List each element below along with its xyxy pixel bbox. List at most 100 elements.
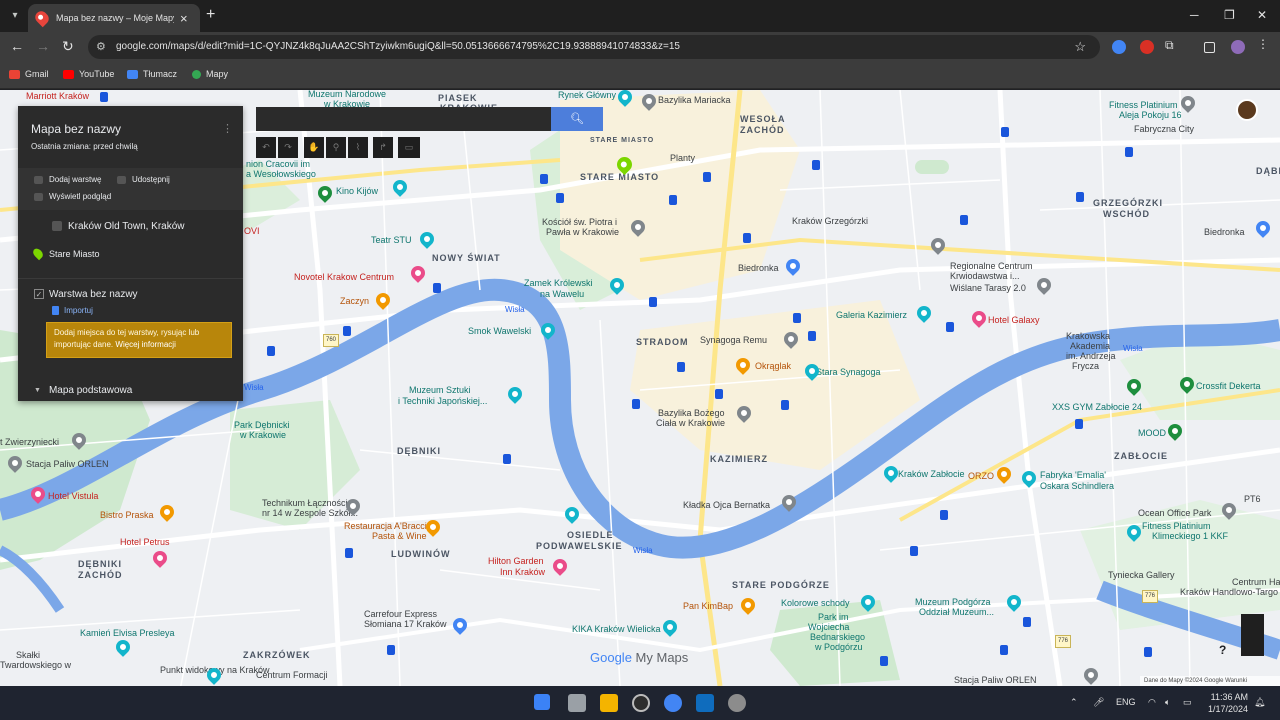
obs-icon[interactable] [632, 694, 650, 712]
redo-icon[interactable]: ↷ [278, 137, 298, 158]
battery-icon[interactable]: ▭ [1183, 697, 1192, 708]
bus-stop-icon[interactable] [808, 331, 816, 341]
address-bar[interactable]: ⚙ google.com/maps/d/edit?mid=1C-QYJNZ4k8… [88, 35, 1100, 59]
outlook-icon[interactable] [696, 694, 714, 712]
map-label: nr 14 w Zespole Szkół... [262, 508, 359, 518]
browser-tab[interactable]: Mapa bez nazwy – Moje Mapy × [28, 4, 200, 32]
reload-icon[interactable]: ↻ [62, 38, 74, 55]
bus-stop-icon[interactable] [715, 389, 723, 399]
bus-stop-icon[interactable] [556, 193, 564, 203]
bus-stop-icon[interactable] [1000, 645, 1008, 655]
base-map-toggle[interactable]: ▼ Mapa podstawowa [34, 385, 132, 396]
bus-stop-icon[interactable] [267, 346, 275, 356]
learn-more-link[interactable]: Więcej informacji [115, 340, 175, 349]
bus-stop-icon[interactable] [1076, 192, 1084, 202]
map-label: Kraków Grzegórzki [792, 216, 869, 226]
map-label: Ocean Office Park [1138, 508, 1212, 518]
notification-bell-icon[interactable]: 🔔︎ [1254, 697, 1265, 708]
start-icon[interactable] [534, 694, 550, 710]
bus-stop-icon[interactable] [100, 92, 108, 102]
bus-stop-icon[interactable] [343, 326, 351, 336]
bus-stop-icon[interactable] [703, 172, 711, 182]
extension-icon[interactable] [1112, 40, 1126, 54]
bus-stop-icon[interactable] [677, 362, 685, 372]
bus-stop-icon[interactable] [345, 548, 353, 558]
settings-icon[interactable] [728, 694, 746, 712]
map-search-input[interactable] [256, 107, 551, 131]
profile-avatar-icon[interactable] [1231, 40, 1245, 54]
close-window-icon[interactable]: ✕ [1257, 8, 1267, 22]
back-icon[interactable]: ← [10, 38, 24, 54]
select-hand-icon[interactable]: ✋ [304, 137, 324, 158]
minimize-icon[interactable]: ─ [1190, 8, 1199, 22]
bus-stop-icon[interactable] [1144, 647, 1152, 657]
measure-icon[interactable]: ▭ [398, 137, 420, 158]
layer-visibility-checkbox[interactable] [52, 221, 62, 231]
close-tab-icon[interactable]: × [180, 11, 188, 26]
add-layer-button[interactable]: Dodaj warstwę [34, 175, 101, 184]
import-link[interactable]: Importuj [52, 306, 93, 315]
bus-stop-icon[interactable] [540, 174, 548, 184]
panel-menu-icon[interactable]: ⋮ [222, 122, 233, 135]
bus-stop-icon[interactable] [880, 656, 888, 666]
language-indicator[interactable]: ENG [1116, 697, 1136, 707]
layer-checkbox[interactable]: ✓ [34, 289, 44, 299]
draw-line-icon[interactable]: ⌇ [348, 137, 368, 158]
bus-stop-icon[interactable] [503, 454, 511, 464]
side-panel-icon[interactable] [1204, 42, 1215, 53]
system-clock[interactable]: 11:36 AM 1/17/2024 [1208, 691, 1248, 715]
tab-search-icon[interactable]: ▾ [5, 6, 25, 26]
microphone-icon[interactable]: 🎤︎ [1093, 697, 1104, 708]
wifi-icon[interactable]: ◠ [1148, 697, 1156, 708]
search-button[interactable]: 🔍︎ [551, 107, 603, 131]
add-places-hint: Dodaj miejsca do tej warstwy, rysując lu… [46, 322, 232, 358]
bus-stop-icon[interactable] [940, 510, 948, 520]
map-attribution[interactable]: Dane do Mapy ©2024 Google Warunki [1140, 676, 1280, 686]
bus-stop-icon[interactable] [743, 233, 751, 243]
bus-stop-icon[interactable] [812, 160, 820, 170]
extensions-puzzle-icon[interactable]: ⧉ [1165, 38, 1179, 52]
bookmark-youtube[interactable]: YouTube [63, 69, 114, 79]
site-settings-icon[interactable]: ⚙ [96, 40, 106, 53]
tray-overflow-icon[interactable]: ⌃ [1070, 697, 1078, 708]
layer-name[interactable]: Warstwa bez nazwy [49, 289, 138, 300]
map-title[interactable]: Mapa bez nazwy [31, 122, 121, 136]
volume-icon[interactable]: 🔈︎ [1165, 697, 1170, 708]
bus-stop-icon[interactable] [781, 400, 789, 410]
undo-icon[interactable]: ↶ [256, 137, 276, 158]
forward-icon[interactable]: → [36, 38, 50, 54]
bus-stop-icon[interactable] [433, 283, 441, 293]
directions-icon[interactable]: ↱ [373, 137, 393, 158]
bookmark-gmail[interactable]: Gmail [9, 69, 49, 79]
help-icon[interactable]: ? [1219, 643, 1226, 657]
layer-name[interactable]: Kraków Old Town, Kraków [68, 221, 185, 232]
share-button[interactable]: Udostępnij [117, 175, 170, 184]
file-explorer-icon[interactable] [600, 694, 618, 712]
bookmark-translate[interactable]: Tłumacz [127, 69, 177, 79]
new-tab-icon[interactable]: + [206, 6, 215, 24]
maximize-icon[interactable]: ❐ [1224, 8, 1235, 22]
bus-stop-icon[interactable] [1023, 617, 1031, 627]
account-avatar[interactable] [1236, 99, 1258, 121]
add-marker-icon[interactable]: ⚲ [326, 137, 346, 158]
bus-stop-icon[interactable] [1001, 127, 1009, 137]
list-item[interactable]: Stare Miasto [31, 246, 100, 261]
bus-stop-icon[interactable] [1075, 419, 1083, 429]
bus-stop-icon[interactable] [632, 399, 640, 409]
bus-stop-icon[interactable] [649, 297, 657, 307]
bus-stop-icon[interactable] [1125, 147, 1133, 157]
bus-stop-icon[interactable] [960, 215, 968, 225]
bus-stop-icon[interactable] [793, 313, 801, 323]
bus-stop-icon[interactable] [910, 546, 918, 556]
bus-stop-icon[interactable] [669, 195, 677, 205]
zoom-controls[interactable] [1241, 614, 1264, 656]
bus-stop-icon[interactable] [387, 645, 395, 655]
extension-icon[interactable] [1140, 40, 1154, 54]
preview-button[interactable]: Wyświetl podgląd [34, 192, 111, 201]
bookmark-maps[interactable]: Mapy [192, 69, 228, 79]
bookmark-star-icon[interactable]: ☆ [1074, 39, 1086, 55]
bus-stop-icon[interactable] [946, 322, 954, 332]
browser-menu-icon[interactable]: ⋮ [1257, 37, 1271, 51]
chrome-icon[interactable] [664, 694, 682, 712]
task-view-icon[interactable] [568, 694, 586, 712]
